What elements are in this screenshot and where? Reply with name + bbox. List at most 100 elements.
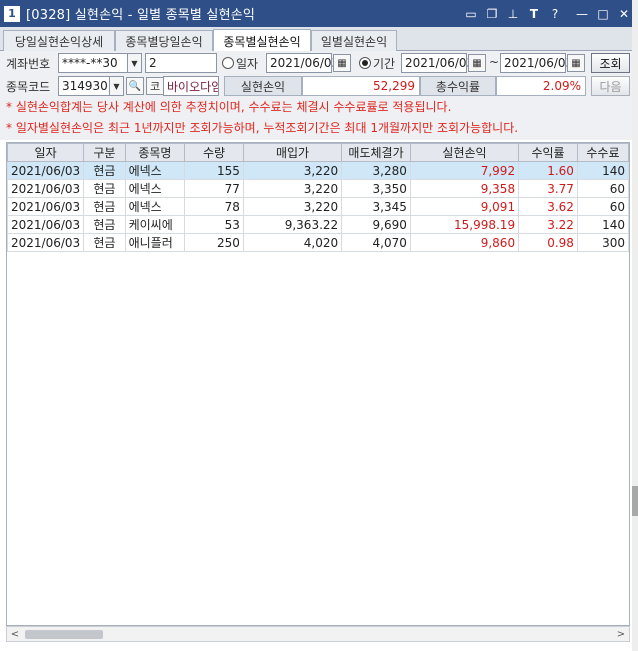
cell-buy-price: 3,220 <box>242 161 343 180</box>
cell-type: 현금 <box>83 161 126 180</box>
table-row[interactable]: 2021/06/03 현금 케이씨에 53 9,363.22 9,690 15,… <box>7 215 629 234</box>
scroll-left-icon[interactable]: < <box>7 627 23 641</box>
col-buy-price[interactable]: 매입가 <box>242 143 343 162</box>
realized-pnl-value: 52,299 <box>302 76 420 96</box>
cell-sell-price: 3,350 <box>341 179 411 198</box>
notice-line-2: * 일자별실현손익은 최근 1년까지만 조회가능하며, 누적조회기간은 최대 1… <box>6 121 519 135</box>
scroll-thumb[interactable] <box>25 630 103 639</box>
restore-icon[interactable]: ❐ <box>484 6 500 22</box>
calendar-icon[interactable]: ▦ <box>567 54 585 72</box>
cell-quantity: 78 <box>184 197 244 216</box>
period-tilde: ~ <box>489 55 500 69</box>
next-button[interactable]: 다음 <box>591 76 630 96</box>
cell-date: 2021/06/03 <box>7 197 85 216</box>
total-return-label: 총수익률 <box>420 76 496 96</box>
radio-period-label: 기간 <box>373 57 396 71</box>
col-date[interactable]: 일자 <box>7 143 85 162</box>
cell-type: 현금 <box>83 179 126 198</box>
realized-pnl-label: 실현손익 <box>224 76 302 96</box>
minimize-icon[interactable]: — <box>574 6 590 22</box>
cell-quantity: 77 <box>184 179 244 198</box>
cell-realized-pnl: 7,992 <box>409 161 520 180</box>
window-title: [0328] 실현손익 - 일별 종목별 실현손익 <box>26 8 256 23</box>
account-dropdown-icon[interactable]: ▼ <box>128 53 142 73</box>
search-button[interactable]: 조회 <box>591 53 630 73</box>
stock-name-field: 바이오다임 <box>163 76 219 96</box>
cell-fee: 60 <box>576 179 629 198</box>
table-row[interactable]: 2021/06/03 현금 에넥스 77 3,220 3,350 9,358 3… <box>7 179 629 198</box>
col-quantity[interactable]: 수량 <box>184 143 244 162</box>
col-stock-name[interactable]: 종목명 <box>124 143 186 162</box>
cell-stock-name: 애니플러 <box>124 233 186 252</box>
col-return-rate[interactable]: 수익률 <box>518 143 578 162</box>
cell-quantity: 250 <box>184 233 244 252</box>
search-icon[interactable]: 🔍 <box>126 77 144 95</box>
radio-period[interactable] <box>359 57 371 69</box>
code-field[interactable]: 314930 <box>58 76 110 96</box>
col-realized-pnl[interactable]: 실현손익 <box>409 143 520 162</box>
cell-sell-price: 3,280 <box>341 161 411 180</box>
window-number-icon[interactable]: 1 <box>4 5 20 22</box>
cell-buy-price: 3,220 <box>242 197 343 216</box>
cell-fee: 60 <box>576 197 629 216</box>
cell-realized-pnl: 9,091 <box>409 197 520 216</box>
cell-date: 2021/06/03 <box>7 179 85 198</box>
cell-buy-price: 3,220 <box>242 179 343 198</box>
total-return-value: 2.09% <box>496 76 586 96</box>
radio-date[interactable] <box>222 57 234 69</box>
cell-quantity: 53 <box>184 215 244 234</box>
tab-daily-realized-pnl[interactable]: 일별실현손익 <box>311 30 397 51</box>
period-from-field[interactable]: 2021/06/03 <box>401 53 474 73</box>
table-header-row: 일자 구분 종목명 수량 매입가 매도체결가 실현손익 수익률 수수료 <box>7 143 629 162</box>
title-controls: ▭ ❐ ⊥ T ? — □ ✕ <box>463 0 632 27</box>
cell-realized-pnl: 15,998.19 <box>409 215 520 234</box>
scroll-right-icon[interactable]: > <box>613 627 629 641</box>
tab-stock-daily-pnl[interactable]: 종목별당일손익 <box>115 30 213 51</box>
horizontal-scrollbar[interactable]: < > <box>6 626 630 642</box>
period-to-field[interactable]: 2021/06/03 <box>500 53 573 73</box>
account-sub-field[interactable]: 2 <box>145 53 217 73</box>
outer-scroll-thumb[interactable] <box>632 486 638 516</box>
calendar-icon[interactable]: ▦ <box>333 54 351 72</box>
help-icon[interactable]: ? <box>547 6 563 22</box>
font-icon[interactable]: T <box>526 6 542 22</box>
cell-date: 2021/06/03 <box>7 233 85 252</box>
pnl-table-container[interactable]: 일자 구분 종목명 수량 매입가 매도체결가 실현손익 수익률 수수료 2021… <box>6 142 630 626</box>
window-icon[interactable]: ▭ <box>463 6 479 22</box>
cell-realized-pnl: 9,860 <box>409 233 520 252</box>
code-dropdown-icon[interactable]: ▼ <box>110 76 124 96</box>
cell-type: 현금 <box>83 215 126 234</box>
notice-line-1: * 실현손익합계는 당사 계산에 의한 추정치이며, 수수료는 체결시 수수료률… <box>6 100 452 114</box>
cell-stock-name: 에넥스 <box>124 179 186 198</box>
outer-scroll-track[interactable] <box>632 0 638 651</box>
table-row[interactable]: 2021/06/03 현금 에넥스 155 3,220 3,280 7,992 … <box>7 161 629 180</box>
date-field[interactable]: 2021/06/03 <box>266 53 339 73</box>
pin-icon[interactable]: ⊥ <box>505 6 521 22</box>
tab-daily-realized-detail[interactable]: 당일실현손익상세 <box>3 30 115 51</box>
account-field[interactable]: ****-**30 <box>58 53 128 73</box>
cell-type: 현금 <box>83 197 126 216</box>
table-row[interactable]: 2021/06/03 현금 애니플러 250 4,020 4,070 9,860… <box>7 233 629 252</box>
cell-fee: 300 <box>576 233 629 252</box>
cell-stock-name: 에넥스 <box>124 161 186 180</box>
radio-date-label: 일자 <box>236 57 259 71</box>
query-form: 계좌번호 ****-**30 ▼ 2 일자 2021/06/03 ▦ 기간 20… <box>0 51 638 140</box>
cell-fee: 140 <box>576 161 629 180</box>
cell-quantity: 155 <box>184 161 244 180</box>
cell-buy-price: 4,020 <box>242 233 343 252</box>
maximize-icon[interactable]: □ <box>595 6 611 22</box>
cell-buy-price: 9,363.22 <box>242 215 343 234</box>
col-type[interactable]: 구분 <box>83 143 126 162</box>
calendar-icon[interactable]: ▦ <box>468 54 486 72</box>
tab-bar: 당일실현손익상세 종목별당일손익 종목별실현손익 일별실현손익 <box>0 27 638 52</box>
cell-return-rate: 1.60 <box>518 161 578 180</box>
cell-return-rate: 3.22 <box>518 215 578 234</box>
col-sell-price[interactable]: 매도체결가 <box>341 143 411 162</box>
code-badge[interactable]: 코 <box>146 77 164 95</box>
cell-sell-price: 3,345 <box>341 197 411 216</box>
cell-return-rate: 0.98 <box>518 233 578 252</box>
close-icon[interactable]: ✕ <box>616 6 632 22</box>
tab-stock-realized-pnl[interactable]: 종목별실현손익 <box>213 29 311 52</box>
col-fee[interactable]: 수수료 <box>576 143 629 162</box>
table-row[interactable]: 2021/06/03 현금 에넥스 78 3,220 3,345 9,091 3… <box>7 197 629 216</box>
